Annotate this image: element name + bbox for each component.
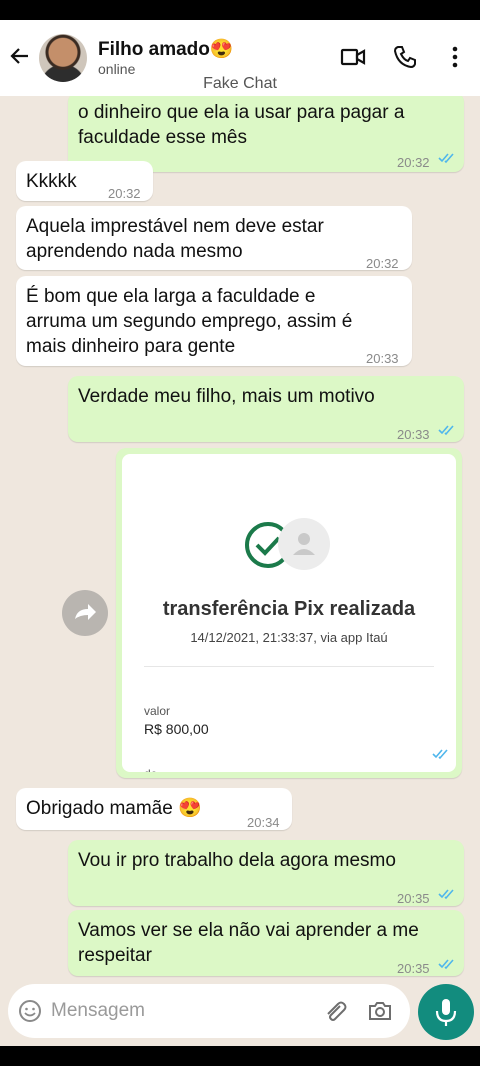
pix-de-label: de [144,767,157,772]
message-time: 20:34 [247,815,280,830]
mic-icon [435,999,457,1026]
phone-icon[interactable] [392,44,418,70]
back-arrow-icon[interactable] [8,44,32,68]
message-bubble[interactable]: É bom que ela larga a faculdade e arruma… [16,276,412,366]
message-input-bar[interactable]: Mensagem [8,984,410,1038]
message-bubble[interactable]: Verdade meu filho, mais um motivo 20:33 [68,376,464,442]
message-bubble[interactable]: Vamos ver se ela não vai aprender a me r… [68,910,464,976]
message-text: Aquela imprestável nem deve estar aprend… [26,216,324,262]
message-time: 20:33 [366,351,399,366]
forward-button[interactable] [62,590,108,636]
pix-valor: R$ 800,00 [144,721,209,737]
divider [144,666,434,667]
message-bubble[interactable]: Aquela imprestável nem deve estar aprend… [16,206,412,271]
pix-receipt-image[interactable]: transferência Pix realizada 14/12/2021, … [122,454,456,772]
message-text: Vamos ver se ela não vai aprender a me r… [78,920,419,966]
mic-button[interactable] [418,984,474,1040]
read-ticks-icon [438,959,454,970]
message-bubble[interactable]: Vou ir pro trabalho dela agora mesmo 20:… [68,840,464,906]
emoji-icon[interactable] [18,999,42,1023]
read-ticks-icon [438,889,454,900]
chat-screen: o dinheiro que ela ia usar para pagar a … [0,20,480,1046]
message-text: Kkkkk [26,171,77,192]
video-call-icon[interactable] [340,44,366,70]
message-bubble[interactable]: o dinheiro que ela ia usar para pagar a … [68,92,464,172]
message-text: Vou ir pro trabalho dela agora mesmo [78,850,396,871]
message-bubble[interactable]: Kkkkk 20:32 [16,161,153,201]
pix-date: 14/12/2021, 21:33:37, via app Itaú [190,630,388,645]
user-placeholder-icon [278,518,330,570]
system-nav-bar [0,1046,480,1066]
pix-title: transferência Pix realizada [162,598,416,620]
message-input[interactable]: Mensagem [51,1000,145,1022]
forward-icon [75,604,96,620]
camera-icon[interactable] [367,998,393,1024]
message-time: 20:35 [397,891,430,906]
message-time: 20:32 [108,186,141,201]
message-text: É bom que ela larga a faculdade e arruma… [26,286,353,357]
contact-name[interactable]: Filho amado😍 [98,37,234,61]
message-time: 20:33 [397,427,430,442]
message-text: Verdade meu filho, mais um motivo [78,386,375,407]
message-time: 20:32 [397,155,430,170]
message-text: o dinheiro que ela ia usar para pagar a … [78,102,405,148]
message-text: Obrigado mamãe 😍 [26,798,202,819]
read-ticks-icon [438,425,454,436]
read-ticks-icon [432,749,448,760]
message-time: 20:32 [366,256,399,271]
attach-icon[interactable] [322,998,348,1024]
pix-valor-label: valor [144,704,171,718]
message-bubble[interactable]: Obrigado mamãe 😍 20:34 [16,788,292,830]
read-ticks-icon [438,153,454,164]
more-options-icon[interactable] [442,44,468,70]
message-time: 20:35 [397,961,430,976]
watermark-label: Fake Chat [203,75,277,92]
